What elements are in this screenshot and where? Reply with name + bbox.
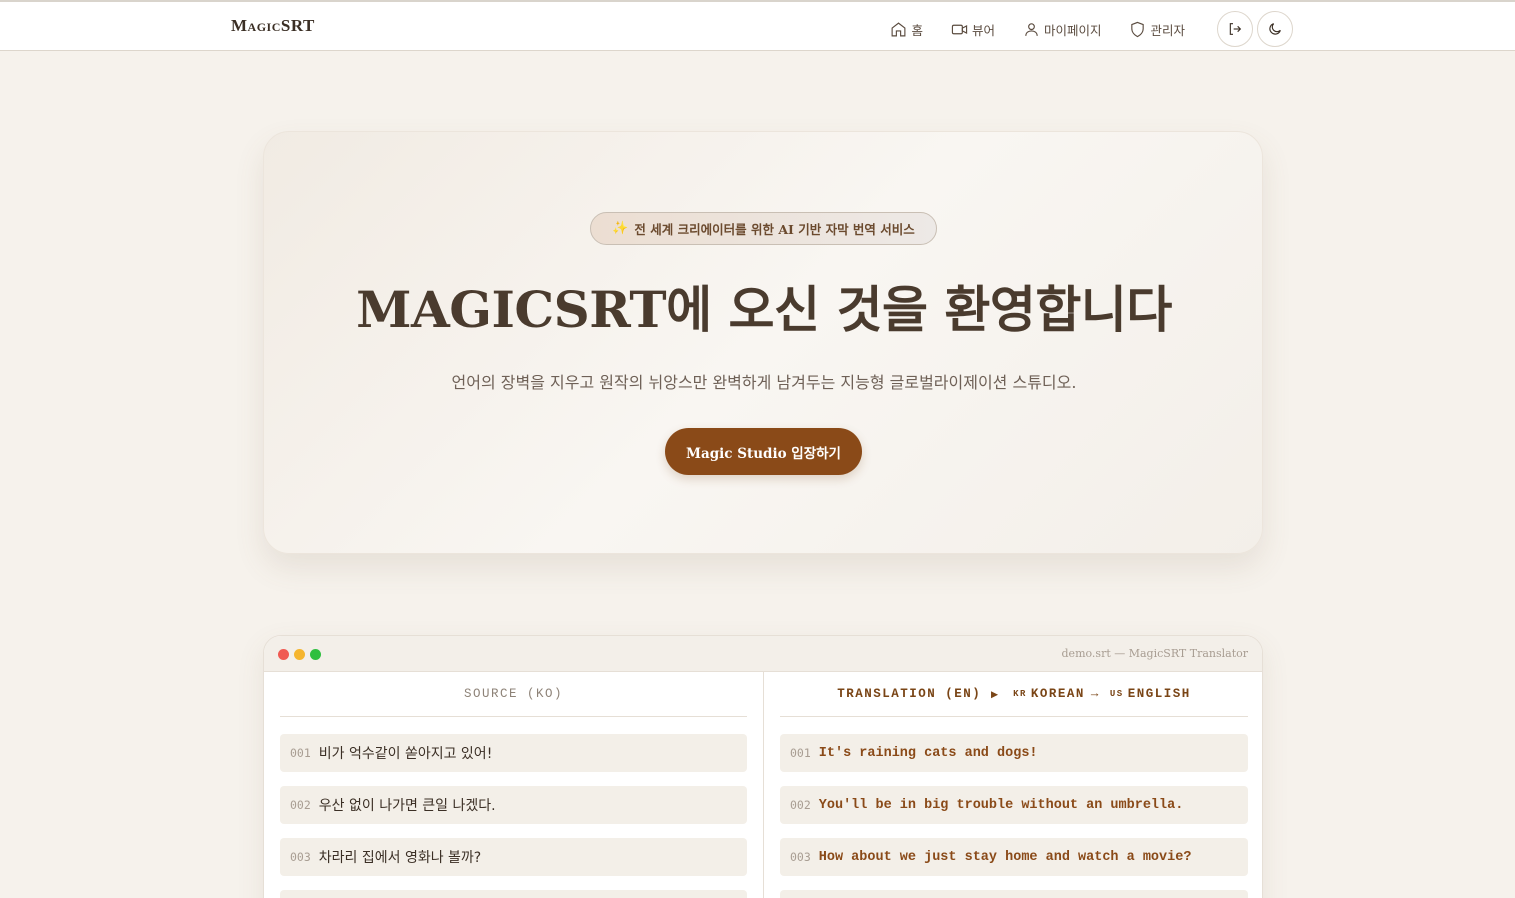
enter-studio-button[interactable]: Magic Studio 입장하기 bbox=[665, 428, 862, 475]
from-language: KOREAN bbox=[1030, 687, 1085, 701]
row-text: How about we just stay home and watch a … bbox=[818, 849, 1192, 865]
row-text: 차라리 집에서 영화나 볼까? bbox=[318, 850, 482, 866]
hero-card: ✨ 전 세계 크리에이터를 위한 AI 기반 자막 번역 서비스 MAGICSR… bbox=[263, 131, 1263, 554]
moon-icon bbox=[1269, 23, 1281, 35]
top-navbar: MagicSRT 홈 뷰어 마이페이지 관리자 bbox=[0, 0, 1515, 51]
row-number: 002 bbox=[290, 798, 311, 812]
nav-mypage-label: 마이페이지 bbox=[1043, 22, 1102, 38]
logout-icon bbox=[1229, 23, 1242, 35]
editor-filename: demo.srt — MagicSRT Translator bbox=[1061, 647, 1248, 660]
row-text: 우산 없이 나가면 큰일 나겠다. bbox=[318, 798, 496, 814]
translation-rows: 001 It's raining cats and dogs! 002 You'… bbox=[780, 717, 1248, 898]
nav-admin[interactable]: 관리자 bbox=[1129, 20, 1185, 39]
hero-badge: ✨ 전 세계 크리에이터를 위한 AI 기반 자막 번역 서비스 bbox=[590, 212, 937, 245]
video-icon bbox=[951, 24, 968, 34]
user-icon bbox=[1025, 22, 1038, 36]
editor-titlebar: demo.srt — MagicSRT Translator bbox=[264, 636, 1262, 672]
minimize-dot-icon bbox=[294, 649, 305, 660]
logo[interactable]: MagicSRT bbox=[231, 16, 315, 36]
nav-home[interactable]: 홈 bbox=[890, 20, 923, 39]
sparkle-icon: ✨ bbox=[612, 221, 629, 236]
source-row[interactable]: 003 차라리 집에서 영화나 볼까? bbox=[280, 838, 747, 876]
nav-links: 홈 뷰어 마이페이지 관리자 bbox=[890, 11, 1293, 47]
nav-admin-label: 관리자 bbox=[1150, 22, 1185, 38]
translation-row[interactable]: 002 You'll be in big trouble without an … bbox=[780, 786, 1248, 824]
shield-icon bbox=[1131, 21, 1145, 37]
source-header: SOURCE (KO) bbox=[280, 672, 747, 717]
row-number: 003 bbox=[790, 850, 811, 864]
row-number: 002 bbox=[790, 798, 811, 812]
nav-viewer[interactable]: 뷰어 bbox=[951, 20, 995, 39]
kr-flag-icon: KR bbox=[1013, 689, 1027, 699]
translation-row[interactable]: 003 How about we just stay home and watc… bbox=[780, 838, 1248, 876]
translation-pane: TRANSLATION (EN) ▸ KR KOREAN → US ENGLIS… bbox=[764, 672, 1262, 898]
logout-button[interactable] bbox=[1217, 11, 1253, 47]
row-text: It's raining cats and dogs! bbox=[818, 745, 1038, 761]
nav-home-label: 홈 bbox=[911, 22, 923, 38]
row-number: 001 bbox=[290, 746, 311, 760]
row-text: You'll be in big trouble without an umbr… bbox=[818, 797, 1184, 813]
source-row-partial bbox=[280, 890, 747, 898]
source-row[interactable]: 001 비가 억수같이 쏟아지고 있어! bbox=[280, 734, 747, 772]
source-rows: 001 비가 억수같이 쏟아지고 있어! 002 우산 없이 나가면 큰일 나겠… bbox=[280, 717, 747, 898]
maximize-dot-icon bbox=[310, 649, 321, 660]
source-row[interactable]: 002 우산 없이 나가면 큰일 나겠다. bbox=[280, 786, 747, 824]
source-pane: SOURCE (KO) 001 비가 억수같이 쏟아지고 있어! 002 우산 … bbox=[264, 672, 764, 898]
theme-toggle-button[interactable] bbox=[1257, 11, 1293, 47]
nav-viewer-label: 뷰어 bbox=[971, 22, 995, 38]
translation-header-label: TRANSLATION (EN) bbox=[837, 687, 982, 701]
close-dot-icon bbox=[278, 649, 289, 660]
arrow-icon: ▸ bbox=[991, 688, 1000, 702]
to-language: ENGLISH bbox=[1127, 687, 1191, 701]
translation-row[interactable]: 001 It's raining cats and dogs! bbox=[780, 734, 1248, 772]
hero-subtitle: 언어의 장벽을 지우고 원작의 뉘앙스만 완벽하게 남겨두는 지능형 글로벌라이… bbox=[451, 373, 1077, 392]
translation-row-partial bbox=[780, 890, 1248, 898]
row-text: 비가 억수같이 쏟아지고 있어! bbox=[318, 746, 493, 762]
home-icon bbox=[891, 21, 906, 36]
hero-badge-text: 전 세계 크리에이터를 위한 AI 기반 자막 번역 서비스 bbox=[634, 222, 915, 237]
us-flag-icon: US bbox=[1109, 689, 1124, 699]
row-number: 003 bbox=[290, 850, 311, 864]
demo-editor-window: demo.srt — MagicSRT Translator SOURCE (K… bbox=[263, 635, 1263, 898]
row-number: 001 bbox=[790, 746, 811, 760]
direction-arrow: → bbox=[1090, 687, 1100, 701]
translation-header: TRANSLATION (EN) ▸ KR KOREAN → US ENGLIS… bbox=[780, 672, 1248, 717]
nav-mypage[interactable]: 마이페이지 bbox=[1023, 20, 1102, 39]
hero-title: MAGICSRT에 오신 것을 환영합니다 bbox=[356, 280, 1172, 339]
